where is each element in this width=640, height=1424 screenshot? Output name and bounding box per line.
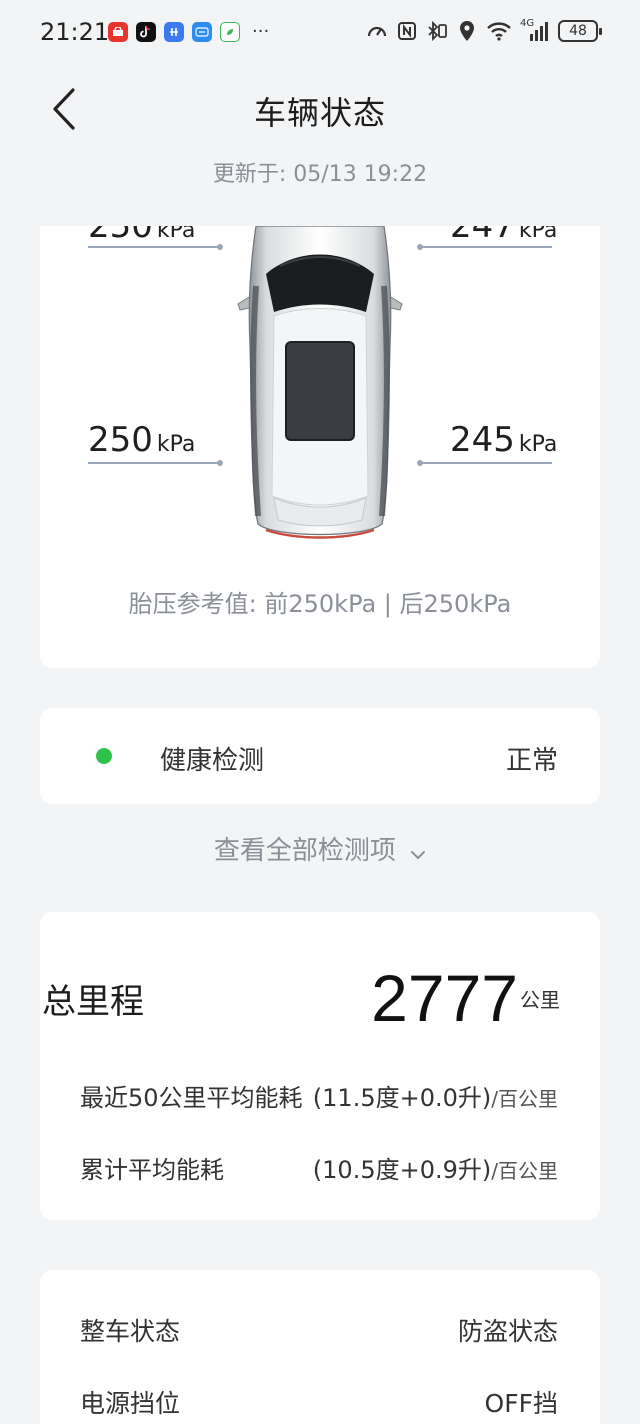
cellular-signal-icon: 4G — [520, 18, 550, 42]
tire-unit: kPa — [156, 226, 196, 243]
huawei-mall-icon — [108, 22, 128, 42]
tire-unit: kPa — [156, 432, 196, 457]
total-consumption-unit: /百公里 — [491, 1159, 558, 1183]
car-top-view-image — [237, 226, 403, 539]
system-icons: 4G 48 — [366, 18, 602, 42]
tire-front-left-line — [88, 244, 223, 250]
more-notifications-icon: ··· — [252, 21, 270, 42]
page-title: 车辆状态 — [253, 94, 386, 132]
total-consumption-row: 累计平均能耗 (10.5度+0.9升)/百公里 — [80, 1150, 558, 1185]
total-mileage-value: 2777 — [371, 961, 518, 1035]
power-gear-value: OFF挡 — [484, 1389, 558, 1418]
translate-app-icon — [192, 22, 212, 42]
health-check-status: 正常 — [505, 746, 558, 776]
location-icon — [456, 20, 478, 42]
wifi-icon — [486, 20, 512, 42]
recent-consumption-row: 最近50公里平均能耗 (11.5度+0.0升)/百公里 — [80, 1078, 558, 1113]
total-consumption-value-group: (10.5度+0.9升)/百公里 — [313, 1150, 558, 1185]
tire-front-left: 250 kPa — [88, 226, 195, 246]
tire-front-right-line — [417, 244, 552, 250]
status-time: 21:21 — [40, 18, 110, 46]
tire-rear-right: 245 kPa — [450, 420, 557, 460]
notification-icons: ··· — [108, 22, 269, 42]
tire-unit: kPa — [518, 432, 558, 457]
power-gear-label: 电源挡位 — [80, 1389, 181, 1418]
vehicle-state-value: 防盗状态 — [457, 1317, 558, 1346]
vehicle-state-label: 整车状态 — [80, 1317, 181, 1346]
network-type-label: 4G — [520, 18, 535, 29]
recent-consumption-value: (11.5度+0.0升) — [312, 1084, 492, 1112]
battery-icon: 48 — [558, 20, 602, 42]
recent-consumption-unit: /百公里 — [491, 1087, 558, 1111]
status-bar: 21:21 ··· 4G 48 — [0, 0, 640, 66]
total-mileage-unit: 公里 — [520, 988, 560, 1012]
tire-rear-left-value: 250 — [88, 420, 153, 460]
total-mileage-label: 总里程 — [42, 982, 144, 1022]
speed-icon — [366, 20, 388, 42]
recent-consumption-value-group: (11.5度+0.0升)/百公里 — [313, 1078, 558, 1113]
health-check-card[interactable]: 健康检测 正常 — [40, 708, 600, 804]
tire-rear-left: 250 kPa — [88, 420, 195, 460]
view-all-checks-button[interactable]: 查看全部检测项 — [0, 830, 640, 867]
tire-reference-value: 胎压参考值: 前250kPa | 后250kPa — [128, 590, 512, 618]
recent-consumption-label: 最近50公里平均能耗 — [80, 1084, 303, 1112]
eco-app-icon — [220, 22, 240, 42]
vehicle-state-row: 整车状态 防盗状态 — [80, 1312, 558, 1348]
view-all-checks-label: 查看全部检测项 — [213, 836, 396, 866]
bluetooth-vibrate-icon — [426, 20, 448, 42]
health-status-dot — [96, 748, 112, 764]
tire-front-right: 247 kPa — [450, 226, 557, 246]
health-check-label: 健康检测 — [160, 746, 265, 776]
battery-level: 48 — [569, 23, 587, 39]
tire-pressure-card: 250 kPa 247 kPa 250 kPa 245 kPa 胎压参考值: 前… — [40, 226, 600, 668]
tire-rear-right-value: 245 — [450, 420, 515, 460]
tire-front-right-value: 247 — [450, 226, 515, 246]
tire-front-left-value: 250 — [88, 226, 153, 246]
tire-rear-left-line — [88, 460, 223, 466]
total-consumption-label: 累计平均能耗 — [80, 1156, 224, 1184]
chevron-down-icon — [410, 837, 426, 867]
tire-rear-right-line — [417, 460, 552, 466]
douyin-icon — [136, 22, 156, 42]
power-gear-row: 电源挡位 OFF挡 — [80, 1384, 558, 1420]
update-time: 更新于: 05/13 19:22 — [212, 162, 428, 187]
total-consumption-value: (10.5度+0.9升) — [312, 1156, 492, 1184]
nfc-icon — [396, 20, 418, 42]
tire-unit: kPa — [518, 226, 558, 243]
app-icon — [164, 22, 184, 42]
